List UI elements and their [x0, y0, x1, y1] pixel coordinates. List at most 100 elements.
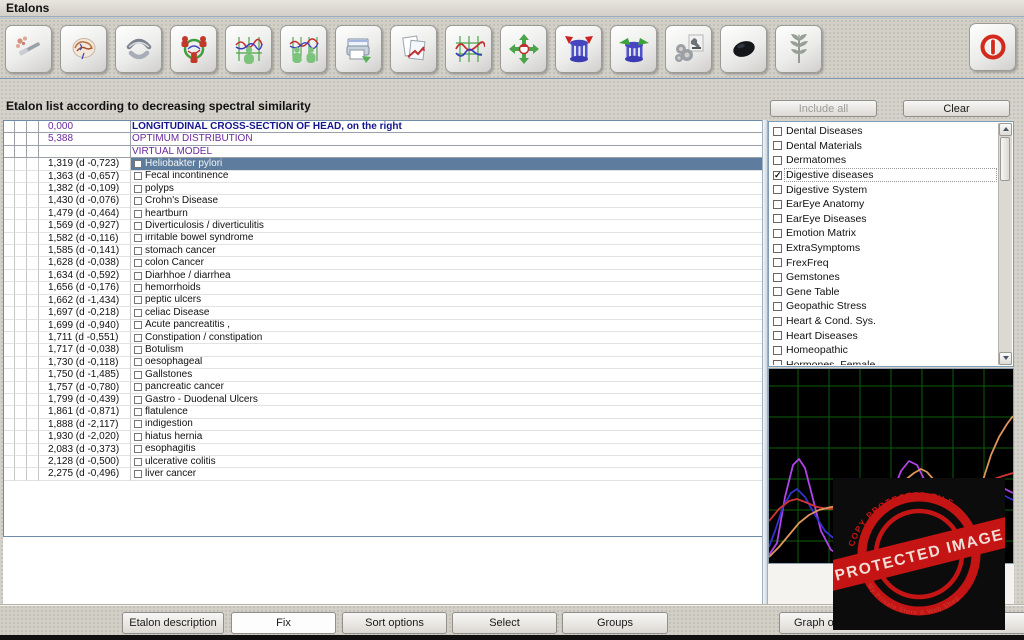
- body-scan-button[interactable]: [170, 25, 217, 73]
- group-checkbox[interactable]: [773, 185, 782, 194]
- etalon-row[interactable]: 1,697 (d -0,218)celiac Disease: [4, 307, 762, 319]
- etalon-row[interactable]: 1,717 (d -0,038)Botulism: [4, 344, 762, 356]
- group-item[interactable]: Gene Table: [770, 285, 999, 300]
- dental-jaw-button[interactable]: [115, 25, 162, 73]
- groups-button[interactable]: Groups: [562, 612, 668, 634]
- group-item[interactable]: Homeopathic: [770, 343, 999, 358]
- group-item[interactable]: Dental Materials: [770, 139, 999, 154]
- etalon-checkbox[interactable]: [134, 371, 142, 379]
- group-checkbox[interactable]: [773, 171, 782, 180]
- group-checkbox[interactable]: [773, 287, 782, 296]
- etalon-row[interactable]: 1,479 (d -0,464)heartburn: [4, 208, 762, 220]
- etalon-row[interactable]: 1,861 (d -0,871)flatulence: [4, 406, 762, 418]
- etalon-row[interactable]: 1,363 (d -0,657)Fecal incontinence: [4, 171, 762, 183]
- magic-wand-button[interactable]: [5, 25, 52, 73]
- etalon-checkbox[interactable]: [134, 197, 142, 205]
- micro-analysis-button[interactable]: [665, 25, 712, 73]
- etalon-row[interactable]: 1,799 (d -0,439)Gastro - Duodenal Ulcers: [4, 394, 762, 406]
- etalon-checkbox[interactable]: [134, 321, 142, 329]
- etalon-row[interactable]: 1,699 (d -0,940)Acute pancreatitis ,: [4, 320, 762, 332]
- etalon-row[interactable]: 2,083 (d -0,373)esophagitis: [4, 444, 762, 456]
- etalon-row[interactable]: 2,275 (d -0,496)liver cancer: [4, 468, 762, 480]
- etalon-checkbox[interactable]: [134, 470, 142, 478]
- group-item[interactable]: Digestive diseases: [770, 168, 999, 183]
- etalon-checkbox[interactable]: [134, 309, 142, 317]
- group-checkbox[interactable]: [773, 229, 782, 238]
- etalon-checkbox[interactable]: [134, 420, 142, 428]
- group-checkbox[interactable]: [773, 360, 782, 365]
- etalon-row[interactable]: 2,128 (d -0,500)ulcerative colitis: [4, 456, 762, 468]
- etalon-checkbox[interactable]: [134, 222, 142, 230]
- etalon-row[interactable]: 1,382 (d -0,109)polyps: [4, 183, 762, 195]
- etalon-checkbox[interactable]: [134, 172, 142, 180]
- etalon-row[interactable]: 1,585 (d -0,141)stomach cancer: [4, 245, 762, 257]
- etalon-checkbox[interactable]: [134, 396, 142, 404]
- group-checkbox[interactable]: [773, 200, 782, 209]
- brain-diagnostics-button[interactable]: [60, 25, 107, 73]
- scroll-down-arrow[interactable]: [999, 352, 1012, 365]
- group-checkbox[interactable]: [773, 258, 782, 267]
- group-item[interactable]: Heart & Cond. Sys.: [770, 314, 999, 329]
- etalon-checkbox[interactable]: [134, 433, 142, 441]
- compare-etalons-button[interactable]: [280, 25, 327, 73]
- etalon-checkbox[interactable]: [134, 272, 142, 280]
- group-scrollbar[interactable]: [998, 123, 1012, 365]
- group-item[interactable]: Hormones, Female: [770, 358, 999, 366]
- group-item[interactable]: Dermatomes: [770, 153, 999, 168]
- group-checkbox[interactable]: [773, 317, 782, 326]
- etalon-row[interactable]: 1,656 (d -0,176)hemorrhoids: [4, 282, 762, 294]
- group-item[interactable]: Geopathic Stress: [770, 299, 999, 314]
- etalon-row[interactable]: 1,628 (d -0,038)colon Cancer: [4, 257, 762, 269]
- sort-options-button[interactable]: Sort options: [342, 612, 447, 634]
- etalon-import-button[interactable]: [555, 25, 602, 73]
- etalon-checkbox[interactable]: [134, 284, 142, 292]
- group-item[interactable]: Heart Diseases: [770, 328, 999, 343]
- etalon-row[interactable]: 1,750 (d -1,485)Gallstones: [4, 369, 762, 381]
- select-button[interactable]: Select: [452, 612, 557, 634]
- phyto-therapy-button[interactable]: [775, 25, 822, 73]
- etalon-checkbox[interactable]: [134, 247, 142, 255]
- etalon-row[interactable]: 5,388OPTIMUM DISTRIBUTION: [4, 133, 762, 145]
- etalon-row[interactable]: 1,888 (d -2,117)indigestion: [4, 419, 762, 431]
- etalon-description-button[interactable]: Etalon description: [122, 612, 224, 634]
- group-checkbox[interactable]: [773, 302, 782, 311]
- group-checkbox[interactable]: [773, 127, 782, 136]
- etalon-checkbox[interactable]: [134, 210, 142, 218]
- etalon-row[interactable]: 1,757 (d -0,780)pancreatic cancer: [4, 382, 762, 394]
- group-item[interactable]: EarEye Anatomy: [770, 197, 999, 212]
- etalon-row[interactable]: 1,930 (d -2,020)hiatus hernia: [4, 431, 762, 443]
- navigate-cross-button[interactable]: [500, 25, 547, 73]
- exit-button[interactable]: [969, 23, 1016, 71]
- etalon-body-graph-button[interactable]: [225, 25, 272, 73]
- etalon-row[interactable]: 1,430 (d -0,076)Crohn's Disease: [4, 195, 762, 207]
- etalon-row[interactable]: 1,634 (d -0,592)Diarhhoe / diarrhea: [4, 270, 762, 282]
- etalon-checkbox[interactable]: [134, 259, 142, 267]
- group-checkbox[interactable]: [773, 331, 782, 340]
- etalon-checkbox[interactable]: [134, 458, 142, 466]
- group-item[interactable]: FrexFreq: [770, 255, 999, 270]
- etalon-checkbox[interactable]: [134, 408, 142, 416]
- group-item[interactable]: Dental Diseases: [770, 124, 999, 139]
- etalon-checkbox[interactable]: [134, 234, 142, 242]
- etalon-row[interactable]: 1,730 (d -0,118)oesophageal: [4, 357, 762, 369]
- etalon-checkbox[interactable]: [134, 296, 142, 304]
- group-checkbox[interactable]: [773, 346, 782, 355]
- clear-button[interactable]: Clear: [903, 100, 1010, 117]
- group-checkbox[interactable]: [773, 244, 782, 253]
- group-item[interactable]: ExtraSymptoms: [770, 241, 999, 256]
- group-item[interactable]: EarEye Diseases: [770, 212, 999, 227]
- group-item[interactable]: Emotion Matrix: [770, 226, 999, 241]
- etalon-checkbox[interactable]: [134, 358, 142, 366]
- spectrum-graph-button[interactable]: [445, 25, 492, 73]
- etalon-checkbox[interactable]: [134, 445, 142, 453]
- etalon-row[interactable]: 1,569 (d -0,927)Diverticulosis / diverti…: [4, 220, 762, 232]
- group-item[interactable]: Gemstones: [770, 270, 999, 285]
- etalon-row[interactable]: 1,319 (d -0,723)Heliobakter pylori: [4, 158, 762, 170]
- group-checkbox[interactable]: [773, 141, 782, 150]
- group-checkbox[interactable]: [773, 214, 782, 223]
- etalon-row[interactable]: 0,000LONGITUDINAL CROSS-SECTION OF HEAD,…: [4, 121, 762, 133]
- group-checkbox[interactable]: [773, 156, 782, 165]
- etalon-checkbox[interactable]: [134, 160, 142, 168]
- group-item[interactable]: Digestive System: [770, 182, 999, 197]
- include-all-button[interactable]: Include all: [770, 100, 877, 117]
